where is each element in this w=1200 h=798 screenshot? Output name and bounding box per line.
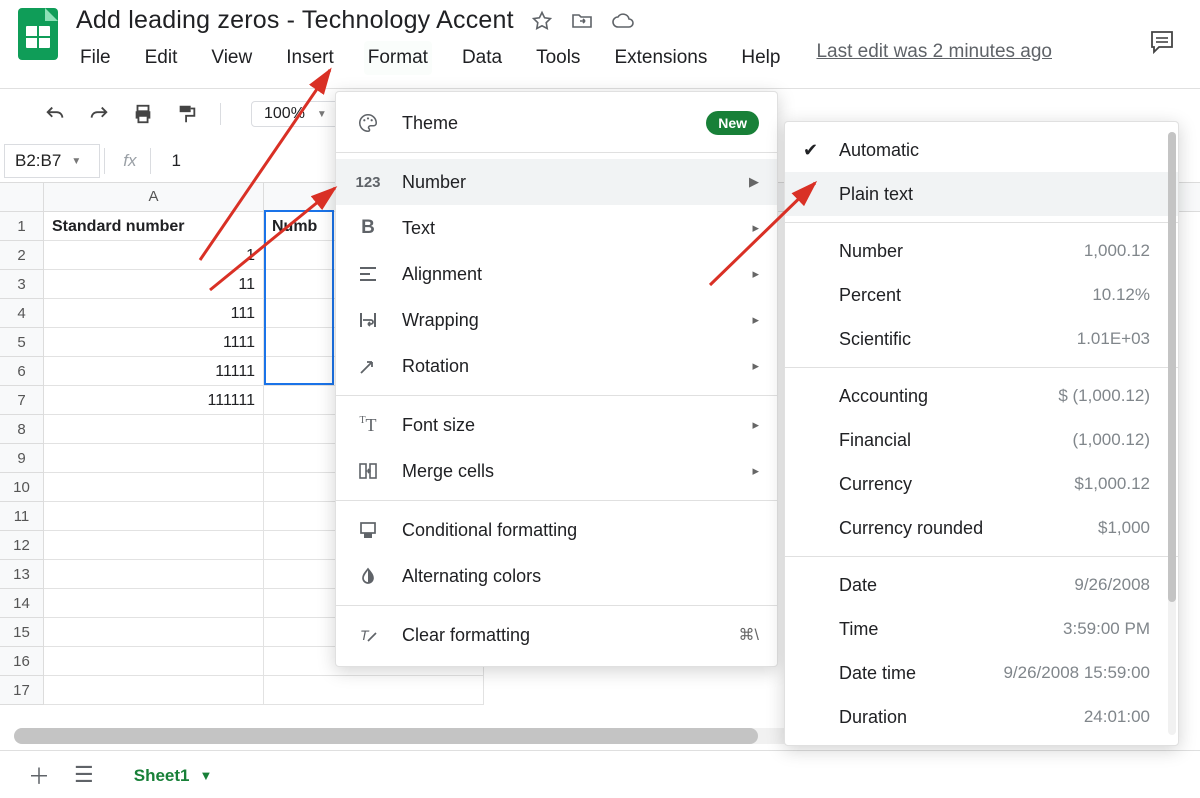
add-sheet-button[interactable]: ＋ (28, 759, 50, 791)
row-header[interactable]: 6 (0, 357, 44, 386)
col-header-A[interactable]: A (44, 183, 264, 211)
zoom-select[interactable]: 100% ▼ (251, 101, 340, 127)
row-header[interactable]: 14 (0, 589, 44, 618)
fx-icon: fx (123, 151, 136, 171)
sheet-tab-menu-icon[interactable]: ▼ (200, 768, 213, 783)
row-header[interactable]: 3 (0, 270, 44, 299)
number-format-submenu: ✔ Automatic Plain text Number1,000.12 Pe… (784, 121, 1179, 746)
numfmt-plain-text[interactable]: Plain text (785, 172, 1178, 216)
row-header[interactable]: 9 (0, 444, 44, 473)
font-size-icon: TT (354, 415, 382, 436)
row-header[interactable]: 5 (0, 328, 44, 357)
zoom-value: 100% (264, 105, 305, 123)
numfmt-percent[interactable]: Percent10.12% (785, 273, 1178, 317)
check-icon: ✔ (803, 140, 825, 161)
format-font-size[interactable]: TT Font size ▸ (336, 402, 777, 448)
numfmt-duration[interactable]: Duration24:01:00 (785, 695, 1178, 739)
format-alignment[interactable]: Alignment ▸ (336, 251, 777, 297)
all-sheets-button[interactable]: ☰ (74, 762, 94, 788)
conditional-icon (354, 520, 382, 540)
menu-help[interactable]: Help (737, 41, 784, 75)
row-header[interactable]: 16 (0, 647, 44, 676)
row-header[interactable]: 12 (0, 531, 44, 560)
cell-A5[interactable]: 1111 (44, 328, 264, 357)
cell-A3[interactable]: 11 (44, 270, 264, 299)
menu-insert[interactable]: Insert (282, 41, 338, 75)
droplet-icon (354, 566, 382, 586)
wrap-icon (354, 310, 382, 330)
numfmt-currency[interactable]: Currency$1,000.12 (785, 462, 1178, 506)
paint-format-button[interactable] (170, 99, 204, 129)
align-icon (354, 264, 382, 284)
row-header[interactable]: 13 (0, 560, 44, 589)
format-alternating-colors[interactable]: Alternating colors (336, 553, 777, 599)
row-header[interactable]: 2 (0, 241, 44, 270)
row-header[interactable]: 10 (0, 473, 44, 502)
last-edit-link[interactable]: Last edit was 2 minutes ago (816, 41, 1052, 75)
row-header[interactable]: 15 (0, 618, 44, 647)
format-clear[interactable]: T Clear formatting ⌘\ (336, 612, 777, 658)
numfmt-time[interactable]: Time3:59:00 PM (785, 607, 1178, 651)
numfmt-date[interactable]: Date9/26/2008 (785, 563, 1178, 607)
clear-format-icon: T (354, 625, 382, 645)
format-merge-cells[interactable]: Merge cells ▸ (336, 448, 777, 494)
row-header[interactable]: 7 (0, 386, 44, 415)
name-box[interactable]: B2:B7 ▼ (4, 144, 100, 178)
numfmt-scientific[interactable]: Scientific1.01E+03 (785, 317, 1178, 361)
undo-button[interactable] (38, 99, 72, 129)
sheet-tab-sheet1[interactable]: Sheet1 ▼ (118, 751, 229, 798)
move-to-folder-icon[interactable] (570, 9, 594, 33)
row-header[interactable]: 8 (0, 415, 44, 444)
numfmt-datetime[interactable]: Date time9/26/2008 15:59:00 (785, 651, 1178, 695)
numfmt-accounting[interactable]: Accounting$ (1,000.12) (785, 374, 1178, 418)
cell-A4[interactable]: 111 (44, 299, 264, 328)
numfmt-currency-rounded[interactable]: Currency rounded$1,000 (785, 506, 1178, 550)
row-header[interactable]: 17 (0, 676, 44, 705)
format-theme[interactable]: Theme New (336, 100, 777, 146)
numfmt-number[interactable]: Number1,000.12 (785, 229, 1178, 273)
row-header[interactable]: 1 (0, 212, 44, 241)
format-menu: Theme New 123 Number ▶ B Text ▸ Alignmen… (335, 91, 778, 667)
format-wrapping[interactable]: Wrapping ▸ (336, 297, 777, 343)
menu-view[interactable]: View (207, 41, 256, 75)
cell-A7[interactable]: 111111 (44, 386, 264, 415)
horizontal-scrollbar[interactable] (14, 728, 860, 744)
print-button[interactable] (126, 99, 160, 129)
palette-icon (354, 112, 382, 134)
cell-A2[interactable]: 1 (44, 241, 264, 270)
numfmt-automatic[interactable]: ✔ Automatic (785, 128, 1178, 172)
format-conditional[interactable]: Conditional formatting (336, 507, 777, 553)
cloud-status-icon[interactable] (610, 9, 634, 33)
menu-edit[interactable]: Edit (141, 41, 182, 75)
comments-icon[interactable] (1148, 28, 1176, 56)
submenu-scrollbar[interactable] (1168, 132, 1176, 735)
name-box-value: B2:B7 (15, 151, 61, 171)
formula-bar[interactable]: 1 (171, 151, 180, 171)
format-text[interactable]: B Text ▸ (336, 205, 777, 251)
format-rotation[interactable]: Rotation ▸ (336, 343, 777, 389)
redo-button[interactable] (82, 99, 116, 129)
cell-A6[interactable]: 11111 (44, 357, 264, 386)
doc-title[interactable]: Add leading zeros - Technology Accent (76, 6, 514, 35)
numfmt-financial[interactable]: Financial(1,000.12) (785, 418, 1178, 462)
bold-icon: B (354, 217, 382, 239)
menu-extensions[interactable]: Extensions (610, 41, 711, 75)
select-all-cells[interactable] (0, 183, 44, 211)
row-header[interactable]: 11 (0, 502, 44, 531)
menu-format[interactable]: Format (364, 41, 432, 75)
new-badge: New (706, 111, 759, 135)
row-header[interactable]: 4 (0, 299, 44, 328)
cell-A1[interactable]: Standard number (44, 212, 264, 241)
menu-file[interactable]: File (76, 41, 115, 75)
sheets-logo[interactable] (18, 8, 58, 60)
merge-icon (354, 461, 382, 481)
menu-tools[interactable]: Tools (532, 41, 584, 75)
submenu-arrow-icon: ▶ (749, 174, 759, 190)
format-number[interactable]: 123 Number ▶ (336, 159, 777, 205)
rotation-icon (354, 356, 382, 376)
star-icon[interactable] (530, 9, 554, 33)
menu-data[interactable]: Data (458, 41, 506, 75)
number-icon: 123 (354, 174, 382, 191)
